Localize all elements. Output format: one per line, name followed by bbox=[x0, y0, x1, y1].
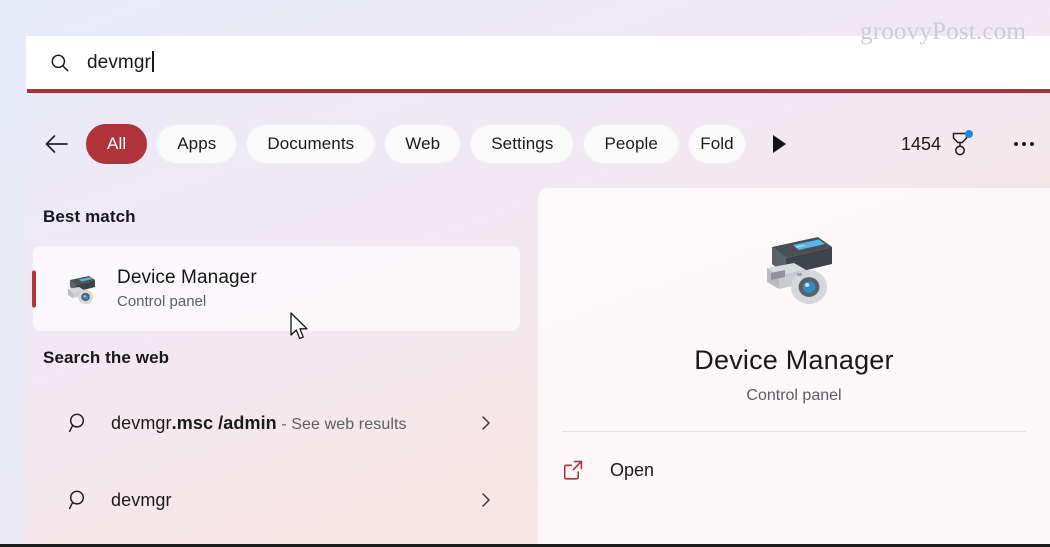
rewards-indicator[interactable]: 1454 bbox=[900, 130, 973, 157]
windows-search-overlay: devmgr All Apps Documents Web Settings P… bbox=[0, 0, 1050, 547]
filter-pill-apps[interactable]: Apps bbox=[156, 124, 238, 164]
web-query-suffix: - See web results bbox=[276, 415, 407, 433]
filter-pill-people[interactable]: People bbox=[583, 124, 679, 164]
text-caret bbox=[151, 51, 154, 72]
open-action[interactable]: Open bbox=[562, 449, 1050, 491]
selection-indicator bbox=[32, 270, 36, 307]
preview-subtitle: Control panel bbox=[746, 387, 842, 404]
results-column: Best match Device Manager Control panel bbox=[26, 188, 538, 544]
preview-header: Device Manager Control panel bbox=[538, 188, 1050, 405]
back-arrow-icon[interactable] bbox=[42, 129, 72, 159]
search-icon bbox=[51, 54, 69, 71]
notification-dot bbox=[965, 130, 973, 138]
web-query-bold: .msc /admin bbox=[171, 412, 277, 433]
best-match-title: Device Manager bbox=[117, 267, 257, 288]
search-input-text[interactable]: devmgr bbox=[87, 51, 154, 74]
rewards-medal-icon bbox=[948, 130, 973, 157]
web-result-label: devmgr.msc /admin - See web results bbox=[111, 410, 407, 436]
filter-pill-folders[interactable]: Fold bbox=[687, 124, 746, 164]
open-external-icon bbox=[563, 460, 583, 480]
filter-pill-documents[interactable]: Documents bbox=[246, 124, 376, 164]
filter-pill-settings[interactable]: Settings bbox=[470, 124, 575, 164]
best-match-header: Best match bbox=[43, 207, 136, 226]
search-the-web-header: Search the web bbox=[43, 348, 170, 367]
web-result-row[interactable]: devmgr bbox=[33, 470, 520, 530]
device-manager-icon bbox=[767, 237, 832, 304]
best-match-text: Device Manager Control panel bbox=[117, 267, 257, 310]
preview-title: Device Manager bbox=[694, 345, 894, 375]
search-input-value: devmgr bbox=[87, 52, 151, 73]
web-query-plain: devmgr bbox=[111, 489, 172, 510]
best-match-subtitle: Control panel bbox=[117, 293, 207, 310]
watermark: groovyPost.com bbox=[860, 18, 1026, 45]
play-right-icon[interactable] bbox=[772, 135, 786, 153]
chevron-right-icon[interactable] bbox=[478, 415, 494, 431]
filter-pill-all[interactable]: All bbox=[86, 124, 148, 164]
best-match-result[interactable]: Device Manager Control panel bbox=[32, 246, 520, 331]
web-result-label: devmgr bbox=[111, 487, 172, 513]
filter-pill-web[interactable]: Web bbox=[384, 124, 462, 164]
preview-panel: Device Manager Control panel Open bbox=[538, 188, 1050, 544]
magnifier-icon bbox=[68, 490, 85, 510]
chevron-right-icon[interactable] bbox=[478, 492, 494, 508]
left-edge-strip bbox=[0, 0, 26, 547]
rewards-count: 1454 bbox=[900, 133, 941, 154]
web-result-row[interactable]: devmgr.msc /admin - See web results bbox=[33, 384, 520, 462]
preview-divider bbox=[562, 431, 1026, 432]
magnifier-icon bbox=[68, 413, 85, 433]
search-underline bbox=[27, 89, 1050, 93]
filter-bar: All Apps Documents Web Settings People F… bbox=[26, 110, 1050, 178]
ellipsis-icon[interactable] bbox=[1014, 142, 1034, 146]
web-query-plain: devmgr bbox=[111, 412, 172, 433]
open-action-label: Open bbox=[610, 459, 655, 480]
device-manager-icon bbox=[68, 275, 95, 304]
